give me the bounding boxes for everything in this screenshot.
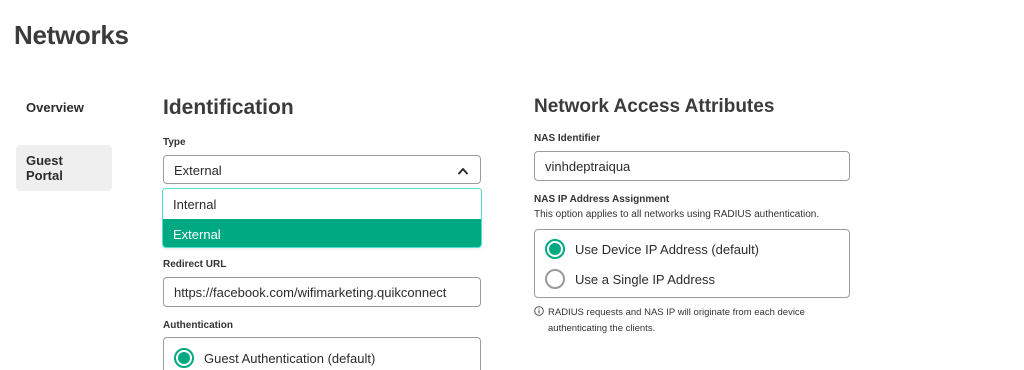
authentication-label: Authentication — [163, 320, 233, 331]
info-icon — [534, 306, 544, 316]
nas-ip-radio-group: Use Device IP Address (default) Use a Si… — [534, 229, 850, 298]
type-select[interactable]: External — [163, 155, 481, 184]
nas-ip-device-label: Use Device IP Address (default) — [575, 241, 760, 257]
nas-identifier-input[interactable] — [534, 151, 850, 181]
nas-ip-help: This option applies to all networks usin… — [534, 209, 820, 220]
nas-ip-option-single[interactable]: Use a Single IP Address — [545, 268, 715, 290]
type-option-internal[interactable]: Internal — [163, 189, 481, 219]
info-text: RADIUS requests and NAS IP will originat… — [548, 307, 805, 334]
nav-item-overview[interactable]: Overview — [16, 92, 116, 123]
identification-title: Identification — [163, 96, 294, 119]
auth-guest-label: Guest Authentication (default) — [204, 350, 376, 366]
side-nav: Overview Guest Portal — [16, 92, 116, 191]
nas-ip-device-radio[interactable] — [545, 239, 565, 259]
auth-guest-radio[interactable] — [174, 348, 194, 368]
type-option-external[interactable]: External — [163, 219, 481, 247]
nas-ip-single-radio[interactable] — [545, 269, 565, 289]
redirect-url-input[interactable] — [163, 277, 481, 307]
nas-ip-option-device[interactable]: Use Device IP Address (default) — [545, 238, 759, 260]
nas-ip-label: NAS IP Address Assignment — [534, 194, 670, 205]
nas-identifier-label: NAS Identifier — [534, 133, 601, 144]
type-dropdown: Internal External — [162, 188, 482, 248]
authentication-radio-group: Guest Authentication (default) — [163, 337, 481, 370]
chevron-up-icon[interactable] — [458, 166, 468, 176]
redirect-url-label: Redirect URL — [163, 259, 227, 270]
nav-item-guest-portal[interactable]: Guest Portal — [16, 145, 112, 191]
page-title: Networks — [14, 20, 129, 50]
nas-ip-single-label: Use a Single IP Address — [575, 271, 715, 287]
type-label: Type — [163, 137, 186, 148]
network-access-title: Network Access Attributes — [534, 96, 775, 117]
auth-option-guest[interactable]: Guest Authentication (default) — [174, 347, 375, 369]
type-select-value: External — [174, 163, 222, 178]
